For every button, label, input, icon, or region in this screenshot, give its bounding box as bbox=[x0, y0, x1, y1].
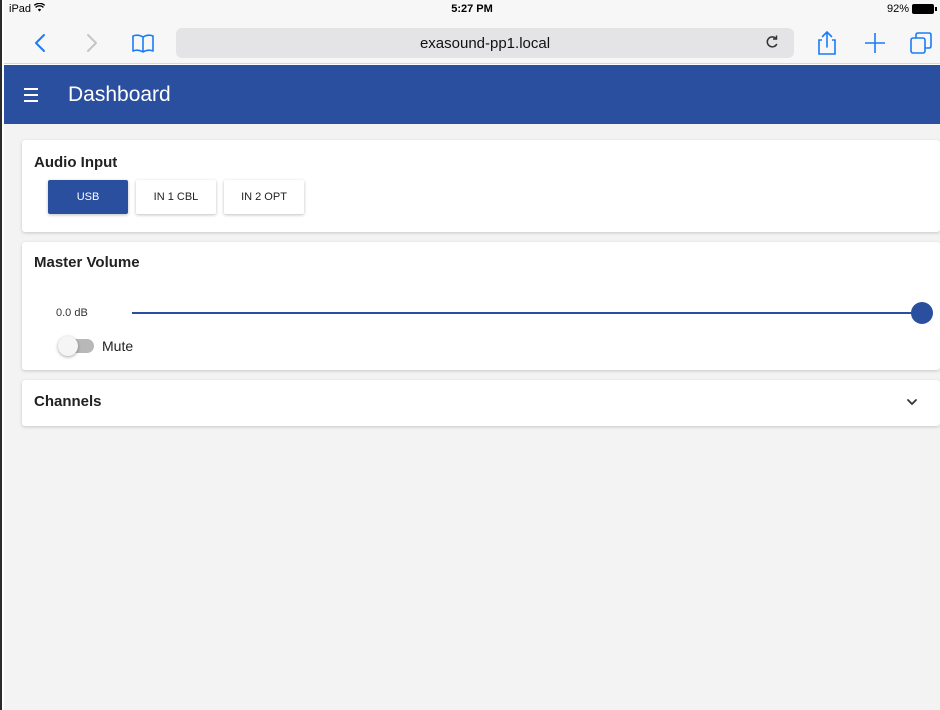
audio-input-title: Audio Input bbox=[34, 154, 118, 171]
page-title: Dashboard bbox=[68, 82, 171, 106]
channels-card[interactable]: Channels bbox=[22, 380, 940, 426]
status-bar: iPad 5:27 PM 92% bbox=[4, 0, 940, 20]
address-bar[interactable]: exasound-pp1.local bbox=[176, 28, 794, 58]
mute-row: Mute bbox=[58, 336, 134, 356]
back-icon[interactable] bbox=[26, 28, 56, 58]
mute-label: Mute bbox=[102, 338, 134, 354]
main-content: Audio Input USB IN 1 CBL IN 2 OPT Master… bbox=[4, 124, 940, 710]
slider-fill bbox=[132, 312, 922, 314]
master-volume-card: Master Volume 0.0 dB Mute bbox=[22, 242, 940, 370]
reload-icon[interactable] bbox=[764, 34, 782, 52]
audio-input-options: USB IN 1 CBL IN 2 OPT bbox=[48, 180, 304, 214]
status-time: 5:27 PM bbox=[451, 3, 493, 15]
browser-toolbar: exasound-pp1.local bbox=[4, 20, 940, 64]
volume-slider[interactable] bbox=[132, 302, 933, 324]
volume-value: 0.0 dB bbox=[56, 307, 88, 319]
device-frame: iPad 5:27 PM 92% exasound-pp1.local Dash… bbox=[0, 0, 940, 710]
app-bar: Dashboard bbox=[4, 65, 940, 124]
tabs-icon[interactable] bbox=[906, 28, 936, 58]
chevron-down-icon[interactable] bbox=[904, 394, 920, 410]
master-volume-title: Master Volume bbox=[34, 254, 140, 271]
bookmarks-icon[interactable] bbox=[128, 28, 158, 58]
battery-percent: 92% bbox=[886, 3, 909, 15]
channels-title: Channels bbox=[34, 393, 102, 410]
input-in1-cbl-button[interactable]: IN 1 CBL bbox=[136, 180, 216, 214]
url-text: exasound-pp1.local bbox=[419, 34, 551, 52]
input-usb-button[interactable]: USB bbox=[48, 180, 128, 214]
new-tab-icon[interactable] bbox=[860, 28, 890, 58]
toggle-knob bbox=[58, 336, 78, 356]
status-right: 92% bbox=[886, 3, 937, 15]
slider-thumb[interactable] bbox=[911, 302, 933, 324]
hamburger-menu-icon[interactable] bbox=[24, 84, 46, 106]
audio-input-card: Audio Input USB IN 1 CBL IN 2 OPT bbox=[22, 140, 940, 232]
share-icon[interactable] bbox=[812, 28, 842, 58]
forward-icon[interactable] bbox=[76, 28, 106, 58]
input-in2-opt-button[interactable]: IN 2 OPT bbox=[224, 180, 304, 214]
mute-toggle[interactable] bbox=[58, 336, 94, 356]
battery-icon bbox=[912, 4, 937, 14]
